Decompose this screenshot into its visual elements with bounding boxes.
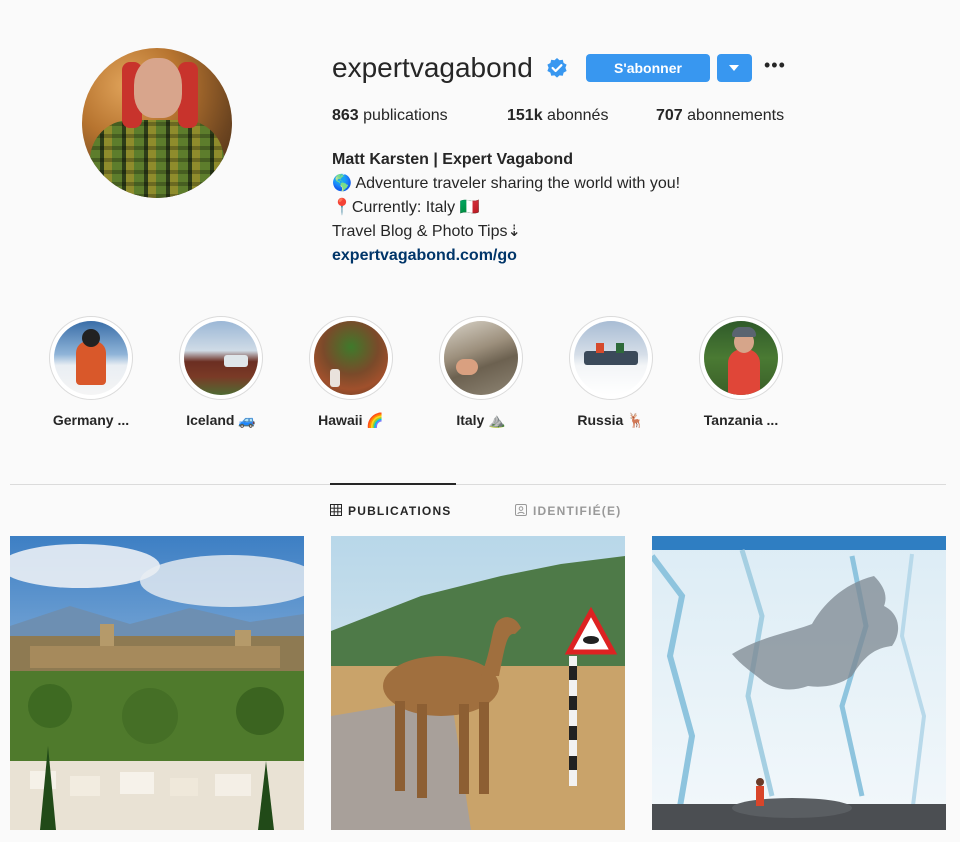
- highlight-cover: [574, 321, 648, 395]
- bio-website-link[interactable]: expertvagabond.com/go: [332, 244, 832, 268]
- profile-avatar[interactable]: [82, 48, 232, 198]
- avatar-shirt: [90, 120, 224, 198]
- highlight-label: Hawaii 🌈: [318, 412, 384, 428]
- profile-username: expertvagabond: [332, 52, 533, 83]
- stat-publications: 863 publications: [332, 106, 448, 126]
- stat-following[interactable]: 707 abonnements: [656, 106, 784, 126]
- post-thumbnail[interactable]: [331, 536, 625, 830]
- tagged-icon: [515, 504, 527, 516]
- stat-label: abonnés: [547, 107, 609, 124]
- verified-badge-icon: [547, 58, 567, 78]
- full-name: Matt Karsten | Expert Vagabond: [332, 151, 573, 168]
- highlight-cover: [314, 321, 388, 395]
- more-options-icon[interactable]: •••: [764, 56, 788, 78]
- bio-line: 📍Currently: Italy 🇮🇹: [332, 199, 480, 216]
- bio-line: 🌎 Adventure traveler sharing the world w…: [332, 175, 681, 192]
- highlight-ring: [309, 316, 393, 400]
- grid-icon: [330, 504, 342, 516]
- highlight-cover: [444, 321, 518, 395]
- highlight-label: Russia 🦌: [577, 412, 645, 428]
- highlight-ring: [569, 316, 653, 400]
- highlight-ring: [699, 316, 783, 400]
- stat-label: publications: [363, 107, 448, 124]
- stat-followers[interactable]: 151k abonnés: [507, 106, 608, 126]
- highlight-label: Tanzania ...: [703, 412, 779, 428]
- highlight-cover: [54, 321, 128, 395]
- tabs-divider: [10, 484, 946, 485]
- avatar-head: [134, 58, 182, 118]
- post-thumbnail[interactable]: [652, 536, 946, 830]
- highlight-cover: [704, 321, 778, 395]
- tab-label: IDENTIFIÉ(E): [533, 504, 622, 518]
- highlight-label: Italy ⛰️: [456, 412, 506, 428]
- highlight-ring: [179, 316, 263, 400]
- post-image-camel: [331, 536, 625, 830]
- post-image-glacier: [652, 536, 946, 830]
- profile-bio: Matt Karsten | Expert Vagabond 🌎 Adventu…: [332, 148, 832, 268]
- highlight-cover: [184, 321, 258, 395]
- highlight-ring: [49, 316, 133, 400]
- active-tab-indicator: [330, 483, 456, 485]
- tab-tagged[interactable]: IDENTIFIÉ(E): [515, 503, 621, 519]
- highlight-ring: [439, 316, 523, 400]
- post-image-alhambra: [10, 536, 304, 830]
- stat-count: 707: [656, 107, 683, 124]
- stat-count: 151k: [507, 107, 543, 124]
- chevron-down-icon: [729, 65, 739, 71]
- follow-button[interactable]: S'abonner: [586, 54, 710, 82]
- tab-publications[interactable]: PUBLICATIONS: [330, 503, 452, 519]
- suggestions-dropdown-button[interactable]: [717, 54, 752, 82]
- bio-line: Travel Blog & Photo Tips⇣: [332, 223, 521, 240]
- highlight-label: Iceland 🚙: [186, 412, 256, 428]
- highlight-label: Germany ...: [52, 412, 130, 428]
- stat-label: abonnements: [687, 107, 785, 124]
- post-thumbnail[interactable]: [10, 536, 304, 830]
- tab-label: PUBLICATIONS: [348, 504, 452, 518]
- stat-count: 863: [332, 107, 359, 124]
